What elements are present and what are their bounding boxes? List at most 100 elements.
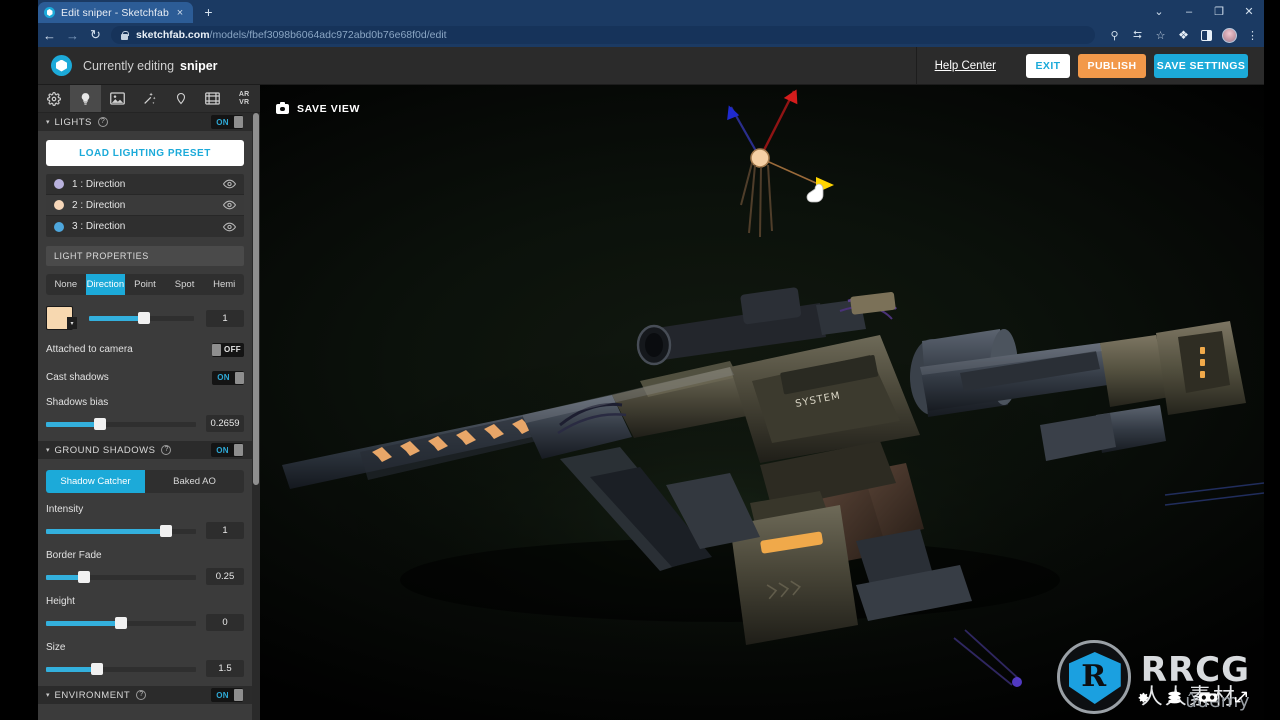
side-panel-icon[interactable]	[1195, 23, 1218, 47]
light-color-dot[interactable]	[54, 179, 64, 189]
forward-button[interactable]: →	[61, 23, 84, 47]
slider-thumb[interactable]	[94, 417, 106, 430]
chevron-down-icon[interactable]: ⌄	[1144, 0, 1174, 23]
share-icon[interactable]: ⮀	[1126, 23, 1149, 47]
left-settings-panel: ARVR ▾ LIGHTS ? ON LOAD LIGHTING PRESET	[38, 85, 260, 720]
ground-intensity-slider[interactable]	[46, 524, 196, 537]
eye-icon[interactable]	[223, 222, 236, 232]
slider-fill	[46, 620, 121, 626]
extensions-puzzle-icon[interactable]: ❖	[1172, 23, 1195, 47]
ground-size-slider[interactable]	[46, 662, 196, 675]
light-intensity-slider[interactable]	[89, 312, 194, 324]
hand-cursor	[806, 183, 824, 203]
toggle-knob	[234, 444, 243, 456]
environment-section-header[interactable]: ▾ ENVIRONMENT ? ON	[38, 686, 252, 704]
address-bar[interactable]: sketchfab.com/models/fbef3098b6064adc972…	[111, 26, 1095, 44]
scrollbar-thumb[interactable]	[253, 113, 259, 485]
light-type-none[interactable]: None	[46, 274, 86, 295]
bookmark-star-icon[interactable]: ☆	[1149, 23, 1172, 47]
shadows-bias-value[interactable]: 0.2659	[206, 415, 244, 432]
minimize-button[interactable]: –	[1174, 0, 1204, 23]
list-item[interactable]: 3 : Direction	[46, 216, 244, 237]
save-view-button[interactable]: SAVE VIEW	[276, 102, 360, 115]
sketchfab-logo-icon[interactable]	[51, 55, 72, 76]
slider-fill	[46, 528, 166, 534]
load-lighting-preset-button[interactable]: LOAD LIGHTING PRESET	[46, 140, 244, 166]
lights-section-header[interactable]: ▾ LIGHTS ? ON	[38, 113, 252, 131]
viewer-layers-icon[interactable]	[1167, 691, 1182, 704]
lights-collapse-caret-icon[interactable]: ▾	[46, 118, 50, 126]
slider-thumb[interactable]	[77, 570, 90, 583]
slider-thumb[interactable]	[115, 616, 127, 629]
close-window-button[interactable]: ✕	[1234, 0, 1264, 23]
shadows-bias-label: Shadows bias	[46, 397, 109, 408]
list-item[interactable]: 2 : Direction	[46, 195, 244, 216]
light-type-spot[interactable]: Spot	[165, 274, 205, 295]
save-view-label: SAVE VIEW	[297, 103, 360, 115]
browser-tab[interactable]: Edit sniper - Sketchfab ×	[38, 2, 193, 23]
new-tab-button[interactable]: +	[200, 4, 217, 21]
tab-lighting[interactable]	[69, 85, 102, 112]
attached-to-camera-toggle[interactable]: OFF	[212, 342, 244, 357]
ground-height-slider[interactable]	[46, 616, 196, 629]
slider-thumb[interactable]	[137, 312, 150, 324]
light-label: 1 : Direction	[72, 178, 126, 190]
rrcg-badge-logo: R	[1056, 640, 1131, 714]
slider-thumb[interactable]	[160, 524, 172, 537]
ground-shadows-section-header[interactable]: ▾ GROUND SHADOWS ? ON	[38, 441, 252, 459]
environment-help-icon[interactable]: ?	[136, 690, 147, 700]
profile-avatar[interactable]	[1218, 23, 1241, 47]
light-color-dot[interactable]	[54, 221, 64, 232]
tab-shadow-catcher[interactable]: Shadow Catcher	[46, 470, 145, 493]
swatch-caret-icon[interactable]: ▾	[67, 317, 77, 329]
viewer-vr-goggles-icon[interactable]	[1199, 692, 1217, 703]
publish-button[interactable]: PUBLISH	[1078, 53, 1146, 78]
cast-shadows-toggle[interactable]: ON	[212, 370, 244, 385]
light-type-hemi[interactable]: Hemi	[204, 274, 244, 295]
tab-ar-vr[interactable]: AR VR	[228, 85, 260, 112]
help-center-link[interactable]: Help Center	[935, 60, 996, 72]
ground-height-value[interactable]: 0	[206, 614, 244, 631]
light-color-swatch[interactable]: ▾	[46, 306, 77, 330]
lights-toggle[interactable]: ON	[211, 115, 243, 129]
light-intensity-value[interactable]: 1	[206, 309, 244, 327]
ground-size-value[interactable]: 1.5	[206, 660, 244, 677]
tab-scene[interactable]	[101, 85, 133, 112]
tab-settings[interactable]	[38, 85, 70, 112]
reload-button[interactable]: ↻	[84, 23, 107, 47]
eye-icon[interactable]	[223, 200, 236, 210]
environment-collapse-caret-icon[interactable]: ▾	[46, 691, 50, 699]
browser-menu-icon[interactable]: ⋮	[1241, 23, 1264, 47]
light-type-direction[interactable]: Direction	[85, 274, 126, 295]
ground-shadows-collapse-caret-icon[interactable]: ▾	[46, 446, 50, 454]
border-fade-value[interactable]: 0.25	[206, 568, 244, 585]
light-color-dot[interactable]	[54, 200, 64, 210]
environment-toggle-label: ON	[216, 690, 229, 700]
exit-button[interactable]: EXIT	[1026, 53, 1070, 78]
lights-help-icon[interactable]: ?	[97, 117, 108, 127]
save-settings-button[interactable]: SAVE SETTINGS	[1154, 53, 1248, 78]
shadows-bias-slider[interactable]	[46, 417, 196, 430]
ground-intensity-value[interactable]: 1	[206, 522, 244, 539]
tab-baked-ao[interactable]: Baked AO	[145, 470, 244, 493]
panel-scrollbar[interactable]	[252, 113, 260, 720]
zoom-icon[interactable]: ⚲	[1103, 23, 1126, 47]
viewer-settings-gear-icon[interactable]	[1136, 690, 1150, 704]
ground-shadows-help-icon[interactable]: ?	[161, 445, 172, 455]
ground-shadows-toggle[interactable]: ON	[211, 443, 243, 457]
maximize-button[interactable]: ❐	[1204, 0, 1234, 23]
3d-viewport[interactable]: SYSTEM SAVE VIEW R RRCG 人人素材 ûdemy	[260, 85, 1264, 720]
slider-thumb[interactable]	[91, 662, 103, 675]
back-button[interactable]: ←	[38, 23, 61, 47]
tab-close-icon[interactable]: ×	[173, 6, 187, 20]
eye-icon[interactable]	[223, 179, 236, 189]
tab-animation[interactable]	[197, 85, 229, 112]
viewer-fullscreen-icon[interactable]	[1234, 690, 1248, 704]
tab-annotations[interactable]	[165, 85, 197, 112]
border-fade-slider[interactable]	[46, 570, 196, 583]
tab-post-processing[interactable]	[133, 85, 165, 112]
list-item[interactable]: 1 : Direction	[46, 174, 244, 195]
model-name-label: sniper	[180, 58, 218, 73]
environment-toggle[interactable]: ON	[211, 688, 243, 702]
light-type-point[interactable]: Point	[125, 274, 165, 295]
